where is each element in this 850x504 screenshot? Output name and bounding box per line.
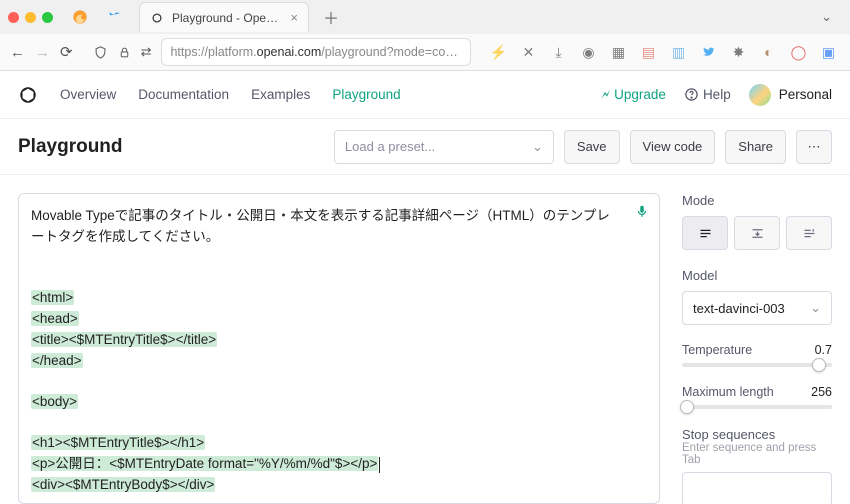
page-toolbar: Playground Load a preset... ⌄ Save View … bbox=[0, 119, 850, 175]
chevron-down-icon: ⌄ bbox=[810, 300, 821, 316]
mode-edit-button[interactable] bbox=[786, 216, 832, 250]
completion-line: <head> bbox=[31, 311, 79, 326]
help-link[interactable]: Help bbox=[684, 87, 731, 102]
permissions-icon[interactable]: ⇄ bbox=[141, 42, 152, 62]
ext-cal-icon[interactable]: ▥ bbox=[669, 43, 687, 61]
minimize-window-button[interactable] bbox=[25, 12, 36, 23]
twitter-icon bbox=[107, 10, 121, 24]
completion-line: <body> bbox=[31, 394, 78, 409]
nav-playground[interactable]: Playground bbox=[332, 87, 400, 102]
mode-label: Mode bbox=[682, 193, 832, 208]
chevron-down-icon: ⌄ bbox=[532, 139, 543, 155]
close-window-button[interactable] bbox=[8, 12, 19, 23]
model-label: Model bbox=[682, 268, 832, 283]
stop-hint: Enter sequence and press Tab bbox=[682, 442, 832, 466]
twitter-ext-icon[interactable] bbox=[699, 43, 717, 61]
download-icon[interactable]: ⤓ bbox=[549, 43, 567, 61]
mode-select bbox=[682, 216, 832, 250]
save-button[interactable]: Save bbox=[564, 130, 620, 164]
share-button[interactable]: Share bbox=[725, 130, 786, 164]
nav-examples[interactable]: Examples bbox=[251, 87, 310, 102]
temperature-value: 0.7 bbox=[815, 343, 832, 357]
new-tab-button[interactable]: ＋ bbox=[317, 5, 345, 29]
close-tab-icon[interactable]: × bbox=[290, 10, 298, 25]
settings-sidebar: Mode Model text-davinci-003 ⌄ bbox=[678, 175, 850, 504]
ext-monkey-icon[interactable]: ◐ bbox=[759, 43, 777, 61]
ellipsis-icon: ⋯ bbox=[808, 139, 821, 155]
completion-line: <h1><$MTEntryTitle$></h1> bbox=[31, 435, 205, 450]
mode-complete-button[interactable] bbox=[682, 216, 728, 250]
maxlen-value: 256 bbox=[811, 385, 832, 399]
firefox-icon[interactable] bbox=[71, 8, 89, 26]
prompt-editor[interactable]: Movable Typeで記事のタイトル・公開日・本文を表示する記事詳細ページ（… bbox=[18, 193, 660, 504]
browser-chrome: Playground - OpenAI API × ＋ ⌄ ← → ⟳ ⇄ ht… bbox=[0, 0, 850, 71]
bolt-icon[interactable]: ⚡ bbox=[489, 43, 507, 61]
browser-tab[interactable] bbox=[97, 2, 131, 32]
prompt-text: Movable Typeで記事のタイトル・公開日・本文を表示する記事詳細ページ（… bbox=[31, 206, 621, 248]
maxlen-label: Maximum length bbox=[682, 385, 774, 399]
user-label: Personal bbox=[779, 87, 832, 102]
temperature-slider[interactable] bbox=[682, 363, 832, 367]
model-value: text-davinci-003 bbox=[693, 301, 785, 316]
microphone-icon[interactable] bbox=[635, 204, 649, 218]
ext-blue-icon[interactable]: ▣ bbox=[819, 43, 837, 61]
mode-insert-button[interactable] bbox=[734, 216, 780, 250]
browser-tab-active[interactable]: Playground - OpenAI API × bbox=[139, 2, 309, 32]
openai-icon bbox=[150, 11, 164, 25]
tab-strip: Playground - OpenAI API × ＋ ⌄ bbox=[0, 0, 850, 34]
upgrade-link[interactable]: 🗲 Upgrade bbox=[601, 87, 666, 103]
ext-circle-icon[interactable]: ◉ bbox=[579, 43, 597, 61]
help-icon bbox=[684, 87, 699, 102]
nav-documentation[interactable]: Documentation bbox=[138, 87, 229, 102]
page-title: Playground bbox=[18, 136, 123, 158]
maxlen-slider[interactable] bbox=[682, 405, 832, 409]
view-code-button[interactable]: View code bbox=[630, 130, 716, 164]
tabs-overflow-icon[interactable]: ⌄ bbox=[821, 9, 832, 25]
maximize-window-button[interactable] bbox=[42, 12, 53, 23]
tab-title: Playground - OpenAI API bbox=[172, 11, 282, 25]
preset-placeholder: Load a preset... bbox=[345, 139, 435, 154]
settings-icon[interactable]: ✕ bbox=[519, 43, 537, 61]
completion-line: <title><$MTEntryTitle$></title> bbox=[31, 332, 217, 347]
stop-sequences-input[interactable] bbox=[682, 472, 832, 504]
url-text: https://platform.openai.com/playground?m… bbox=[170, 45, 462, 59]
mode-insert-icon bbox=[750, 226, 765, 241]
shield-icon[interactable] bbox=[93, 42, 108, 62]
toolbar-extensions: ⚡ ✕ ⤓ ◉ ▦ ▤ ▥ ✸ ◐ ◯ ▣ ⊞ ≡ bbox=[489, 43, 850, 61]
app-header: Overview Documentation Examples Playgrou… bbox=[0, 71, 850, 119]
completion-line: <html> bbox=[31, 290, 74, 305]
address-bar: ← → ⟳ ⇄ https://platform.openai.com/play… bbox=[0, 34, 850, 70]
editor-pane: Movable Typeで記事のタイトル・公開日・本文を表示する記事詳細ページ（… bbox=[0, 175, 678, 504]
ext-gift-icon[interactable]: ▤ bbox=[639, 43, 657, 61]
preset-select[interactable]: Load a preset... ⌄ bbox=[334, 130, 554, 164]
ext-red-icon[interactable]: ◯ bbox=[789, 43, 807, 61]
reload-button[interactable]: ⟳ bbox=[60, 42, 73, 62]
bolt-icon: 🗲 bbox=[601, 87, 610, 103]
ext-square-icon[interactable]: ▦ bbox=[609, 43, 627, 61]
openai-logo[interactable] bbox=[18, 85, 38, 105]
main-area: Movable Typeで記事のタイトル・公開日・本文を表示する記事詳細ページ（… bbox=[0, 175, 850, 504]
completion-line: <p>公開日：<$MTEntryDate format="%Y/%m/%d"$>… bbox=[31, 456, 378, 471]
model-select[interactable]: text-davinci-003 ⌄ bbox=[682, 291, 832, 325]
completion-line: <div><$MTEntryBody$></div> bbox=[31, 477, 215, 492]
lock-icon[interactable] bbox=[118, 42, 131, 62]
window-controls bbox=[8, 12, 53, 23]
mode-complete-icon bbox=[698, 226, 713, 241]
slider-thumb[interactable] bbox=[680, 400, 694, 414]
text-caret bbox=[379, 457, 380, 473]
user-menu[interactable]: Personal bbox=[749, 84, 832, 106]
more-button[interactable]: ⋯ bbox=[796, 130, 832, 164]
mode-edit-icon bbox=[802, 226, 817, 241]
forward-button[interactable]: → bbox=[35, 42, 50, 62]
stop-label: Stop sequences bbox=[682, 427, 832, 442]
ext-gear-icon[interactable]: ✸ bbox=[729, 43, 747, 61]
slider-thumb[interactable] bbox=[812, 358, 826, 372]
back-button[interactable]: ← bbox=[10, 42, 25, 62]
nav-overview[interactable]: Overview bbox=[60, 87, 116, 102]
avatar bbox=[749, 84, 771, 106]
temperature-label: Temperature bbox=[682, 343, 752, 357]
url-input[interactable]: https://platform.openai.com/playground?m… bbox=[161, 38, 471, 66]
completion-line: </head> bbox=[31, 353, 83, 368]
